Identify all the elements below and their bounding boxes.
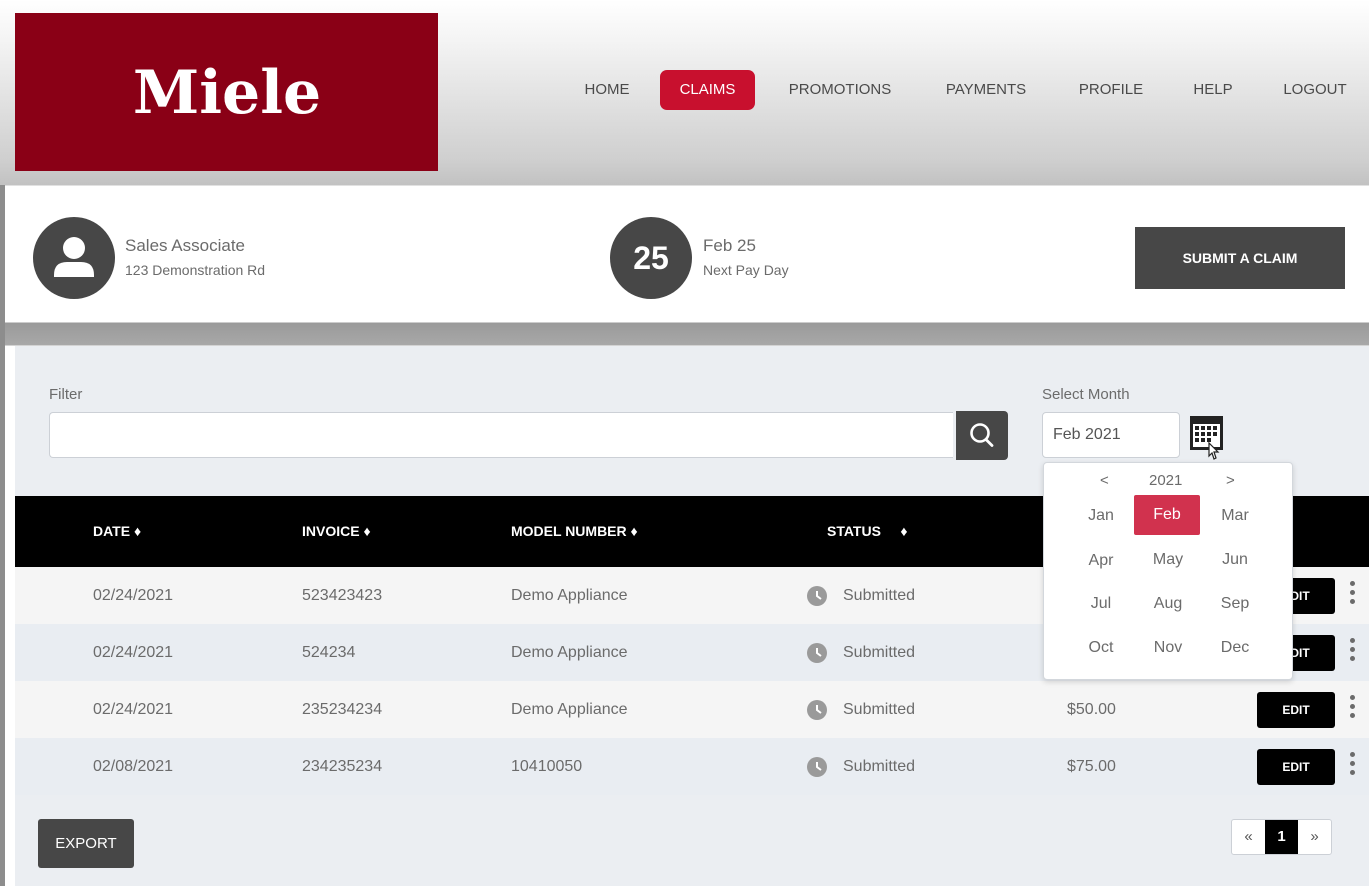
nav-profile[interactable]: PROFILE [1074,70,1148,110]
cell-status: Submitted [843,587,916,604]
pagination: « 1 » [1231,819,1332,855]
export-button[interactable]: EXPORT [38,819,134,868]
month-mar[interactable]: Mar [1202,496,1268,536]
col-model-label: MODEL NUMBER [511,523,627,539]
clock-icon [807,700,827,720]
picker-year[interactable]: 2021 [1149,472,1182,489]
nav-home[interactable]: HOME [582,70,632,110]
col-date[interactable]: DATE ♦ [93,496,141,567]
sort-icon: ♦ [133,523,142,539]
table-row: 02/24/2021 235234234 Demo Appliance Subm… [15,681,1369,738]
sort-icon: ♦ [630,523,638,539]
cell-date: 02/24/2021 [93,587,174,604]
more-options-icon[interactable] [1347,581,1357,611]
month-sep[interactable]: Sep [1202,584,1268,624]
month-dec[interactable]: Dec [1202,628,1268,668]
month-apr[interactable]: Apr [1068,541,1134,581]
calendar-button[interactable] [1187,412,1227,460]
month-oct[interactable]: Oct [1068,628,1134,668]
col-invoice[interactable]: INVOICE ♦ [302,496,371,567]
pay-day-number: 25 [610,217,692,299]
cell-amount: $50.00 [1067,701,1116,718]
filter-label: Filter [49,386,83,403]
miele-logo[interactable]: Miele [15,13,438,171]
cell-model: Demo Appliance [511,587,628,604]
col-status[interactable]: STATUS ♦ [827,496,908,567]
nav-promotions[interactable]: PROMOTIONS [784,70,896,110]
user-name: Sales Associate [125,236,246,255]
month-picker: < 2021 > Jan Feb Mar Apr May Jun Jul Aug… [1043,462,1293,680]
avatar [33,217,115,299]
pay-label: Next Pay Day [703,262,789,278]
filter-input[interactable] [49,412,953,458]
cell-invoice: 523423423 [302,587,383,604]
more-options-icon[interactable] [1347,695,1357,725]
cell-model: Demo Appliance [511,644,628,661]
prev-year-button[interactable]: < [1100,472,1109,489]
col-status-label: STATUS [827,523,881,539]
edit-button[interactable]: EDIT [1257,749,1335,785]
sort-icon: ♦ [900,523,908,539]
next-year-button[interactable]: > [1226,472,1235,489]
nav-claims[interactable]: CLAIMS [660,70,755,110]
col-invoice-label: INVOICE [302,523,360,539]
col-model[interactable]: MODEL NUMBER ♦ [511,496,638,567]
user-icon [54,237,94,277]
calendar-icon [1190,416,1223,460]
first-page-button[interactable]: « [1232,820,1265,854]
last-page-button[interactable]: » [1298,820,1331,854]
month-may[interactable]: May [1135,540,1201,580]
sort-icon: ♦ [363,523,371,539]
month-jul[interactable]: Jul [1068,584,1134,624]
clock-icon [807,643,827,663]
cell-status: Submitted [843,701,916,718]
nav-help[interactable]: HELP [1190,70,1236,110]
profile-card: Sales Associate 123 Demonstration Rd 25 … [15,195,1369,321]
month-jun[interactable]: Jun [1202,540,1268,580]
clock-icon [807,586,827,606]
submit-claim-button[interactable]: SUBMIT A CLAIM [1135,227,1345,289]
more-options-icon[interactable] [1347,752,1357,782]
search-icon [970,423,994,447]
nav-payments[interactable]: PAYMENTS [941,70,1031,110]
cell-date: 02/08/2021 [93,758,174,775]
month-label: Select Month [1042,386,1130,403]
cell-model: 10410050 [511,758,583,775]
cell-status: Submitted [843,758,916,775]
left-edge-line [0,185,5,886]
cell-date: 02/24/2021 [93,644,174,661]
month-input[interactable]: Feb 2021 [1042,412,1180,458]
logo-wordmark: Miele [132,61,320,123]
month-feb[interactable]: Feb [1134,495,1200,535]
pay-date: Feb 25 [703,236,756,255]
month-jan[interactable]: Jan [1068,496,1134,536]
cell-invoice: 524234 [302,644,356,661]
more-options-icon[interactable] [1347,638,1357,668]
cell-invoice: 234235234 [302,758,383,775]
cell-date: 02/24/2021 [93,701,174,718]
table-row: 02/08/2021 234235234 10410050 Submitted … [15,738,1369,795]
cell-amount: $75.00 [1067,758,1116,775]
user-address: 123 Demonstration Rd [125,262,266,278]
edit-button[interactable]: EDIT [1257,692,1335,728]
cell-status: Submitted [843,644,916,661]
month-aug[interactable]: Aug [1135,584,1201,624]
nav-logout[interactable]: LOGOUT [1279,70,1351,110]
cell-invoice: 235234234 [302,701,383,718]
page-1-button[interactable]: 1 [1265,820,1298,854]
month-nov[interactable]: Nov [1135,628,1201,668]
col-date-label: DATE [93,523,131,539]
clock-icon [807,757,827,777]
cell-model: Demo Appliance [511,701,628,718]
logo-text: Miele [132,61,320,123]
search-button[interactable] [956,411,1008,460]
